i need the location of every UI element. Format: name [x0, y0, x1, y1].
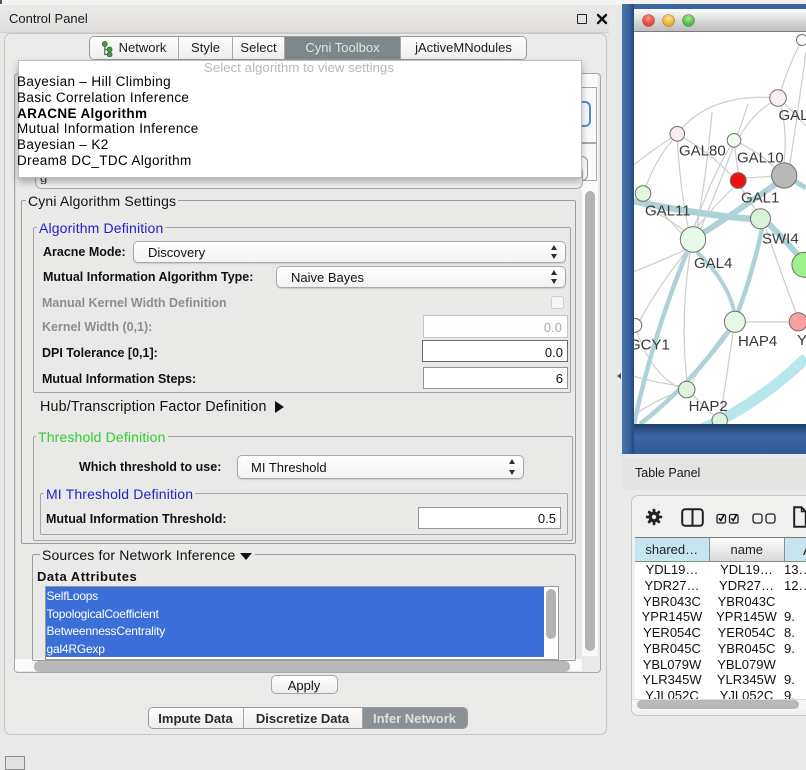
svg-text:GAL4: GAL4 — [694, 255, 732, 272]
svg-text:HAP2: HAP2 — [689, 398, 728, 415]
svg-text:GAL10: GAL10 — [737, 150, 784, 167]
svg-text:GCY1: GCY1 — [634, 337, 670, 354]
svg-text:YD: YD — [797, 332, 806, 349]
svg-text:GAL80: GAL80 — [679, 143, 726, 160]
svg-text:SWI4: SWI4 — [762, 231, 799, 248]
svg-text:GAL11: GAL11 — [645, 203, 691, 220]
svg-text:HAP4: HAP4 — [738, 333, 777, 350]
svg-text:GAL1: GAL1 — [741, 190, 779, 207]
svg-text:GAL7: GAL7 — [779, 107, 806, 124]
